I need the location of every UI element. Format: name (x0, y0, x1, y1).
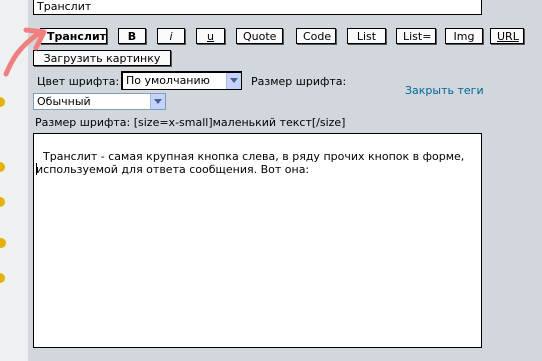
chevron-down-icon (150, 94, 165, 109)
close-tags-link[interactable]: Закрыть теги (405, 84, 484, 97)
chevron-down-icon (226, 73, 241, 89)
font-size-label: Размер шрифта: (251, 75, 347, 88)
smiley-icon[interactable] (0, 162, 8, 172)
bold-button[interactable]: B (118, 28, 146, 44)
smiley-icon[interactable] (0, 97, 8, 107)
font-size-select[interactable]: Обычный (33, 93, 166, 110)
font-size-value: Обычный (37, 95, 91, 108)
quote-button[interactable]: Quote (236, 28, 283, 44)
underline-button[interactable]: u (196, 28, 225, 44)
font-color-select[interactable]: По умолчанию (121, 71, 242, 90)
subject-input[interactable]: Транслит (33, 0, 482, 15)
img-button[interactable]: Img (445, 28, 483, 44)
smiley-icon[interactable] (0, 237, 8, 248)
message-text: Транслит - самая крупная кнопка слева, в… (36, 150, 468, 176)
font-color-label: Цвет шрифта: (37, 75, 120, 88)
code-button[interactable]: Code (296, 28, 336, 44)
font-color-value: По умолчанию (126, 74, 210, 87)
help-line: Размер шрифта: [size=x-small]маленький т… (35, 116, 346, 129)
list-ordered-button[interactable]: List= (396, 28, 436, 44)
list-button[interactable]: List (347, 28, 386, 44)
arrow-annotation-icon (3, 27, 47, 77)
message-textarea[interactable]: Транслит - самая крупная кнопка слева, в… (33, 133, 482, 348)
smiley-icon[interactable] (0, 273, 8, 283)
url-button[interactable]: URL (490, 28, 524, 44)
smiley-icon[interactable] (0, 197, 8, 207)
text-caret (36, 163, 37, 175)
translit-button[interactable]: Транслит (40, 28, 107, 44)
upload-image-button[interactable]: Загрузить картинку (33, 50, 171, 66)
italic-button[interactable]: i (157, 28, 185, 44)
